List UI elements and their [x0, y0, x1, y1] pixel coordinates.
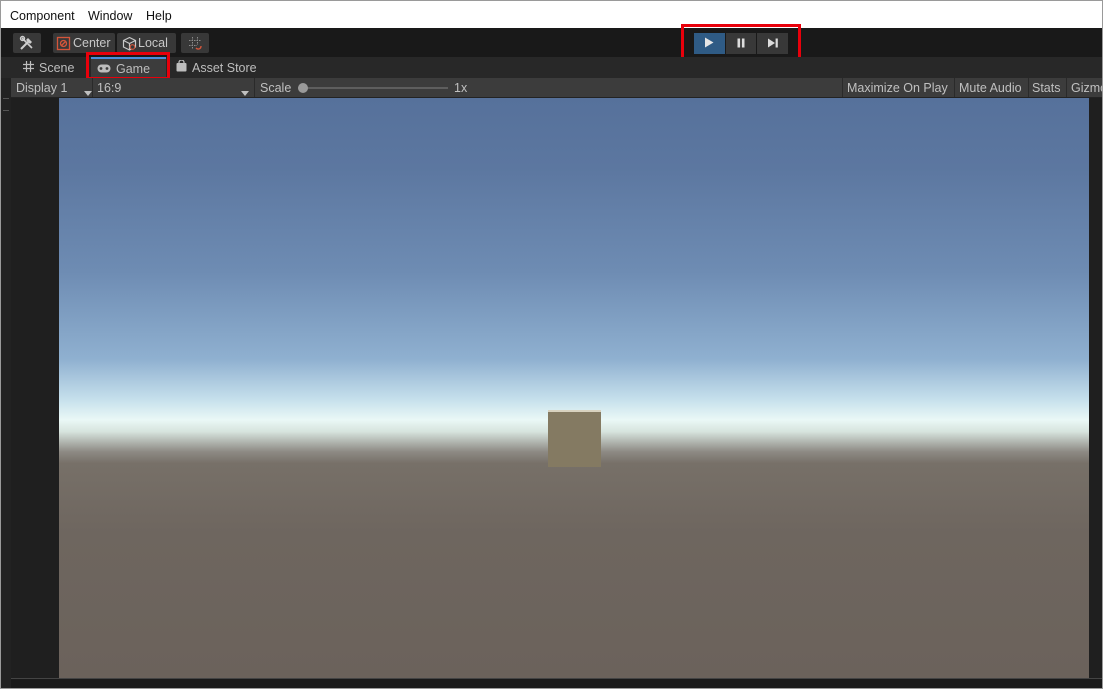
pivot-local-button[interactable]: Local	[117, 33, 176, 53]
mute-audio-toggle[interactable]: Mute Audio	[959, 78, 1022, 97]
play-icon	[704, 37, 714, 51]
pause-button[interactable]	[725, 33, 757, 54]
menu-bar: Component Window Help	[1, 1, 1102, 28]
shopping-bag-icon	[176, 59, 187, 75]
edge-marker	[3, 110, 9, 111]
divider	[954, 78, 955, 97]
aspect-dropdown[interactable]: 16:9	[97, 78, 255, 97]
game-render-view[interactable]	[59, 98, 1089, 678]
bottom-status-strip	[11, 678, 1102, 688]
display-label: Display 1	[16, 80, 68, 95]
custom-tool-button[interactable]	[13, 33, 41, 53]
divider	[842, 78, 843, 97]
display-dropdown[interactable]: Display 1	[16, 78, 94, 97]
tab-scene[interactable]: Scene	[19, 57, 78, 78]
pause-icon	[736, 37, 746, 51]
cube-object	[548, 412, 601, 467]
grid-snap-icon	[188, 36, 203, 51]
tab-game-label: Game	[116, 61, 151, 76]
maximize-on-play-toggle[interactable]: Maximize On Play	[847, 78, 948, 97]
scale-slider[interactable]	[298, 78, 448, 97]
pivot-label: Center	[73, 36, 111, 50]
divider	[254, 78, 255, 97]
main-toolbar: Center Local	[1, 28, 1102, 57]
menu-help[interactable]: Help	[146, 9, 172, 23]
unity-editor-window: Component Window Help Center Local Scene…	[0, 0, 1103, 689]
scale-slider-track	[298, 87, 448, 89]
dropdown-arrow-icon	[241, 85, 249, 99]
tab-game[interactable]: Game	[91, 57, 166, 78]
menu-window[interactable]: Window	[88, 9, 132, 23]
pivot-center-button[interactable]: Center	[53, 33, 115, 53]
pivot-icon	[56, 36, 71, 51]
divider	[92, 78, 93, 97]
scale-label: Scale	[260, 80, 292, 95]
play-button[interactable]	[694, 33, 725, 54]
grid-snap-button[interactable]	[181, 33, 209, 53]
tab-scene-label: Scene	[39, 60, 75, 75]
view-tabs: Scene Game Asset Store	[1, 57, 1102, 78]
scale-value: 1x	[454, 80, 468, 95]
gamepad-icon	[97, 62, 111, 76]
scale-slider-handle[interactable]	[298, 83, 308, 93]
tab-asset-store-label: Asset Store	[192, 60, 257, 75]
step-button[interactable]	[757, 33, 789, 54]
divider	[1066, 78, 1067, 97]
tab-asset-store[interactable]: Asset Store	[173, 57, 260, 78]
menu-component[interactable]: Component	[10, 9, 75, 23]
divider	[1028, 78, 1029, 97]
tools-icon	[19, 35, 35, 51]
gizmos-toggle[interactable]: Gizmos	[1071, 78, 1102, 97]
game-view-control-bar: Display 1 16:9 Scale 1x Maximize On Play…	[11, 78, 1102, 98]
step-icon	[767, 37, 779, 51]
gizmos-label: Gizmos	[1071, 80, 1102, 95]
cube-local-icon	[122, 36, 137, 51]
grid-icon	[23, 60, 34, 75]
stats-toggle[interactable]: Stats	[1032, 78, 1061, 97]
aspect-label: 16:9	[97, 80, 122, 95]
local-label: Local	[138, 36, 168, 50]
dropdown-arrow-icon	[84, 85, 92, 99]
play-controls	[694, 33, 789, 54]
edge-marker	[3, 98, 9, 99]
game-view-area	[11, 98, 1102, 688]
